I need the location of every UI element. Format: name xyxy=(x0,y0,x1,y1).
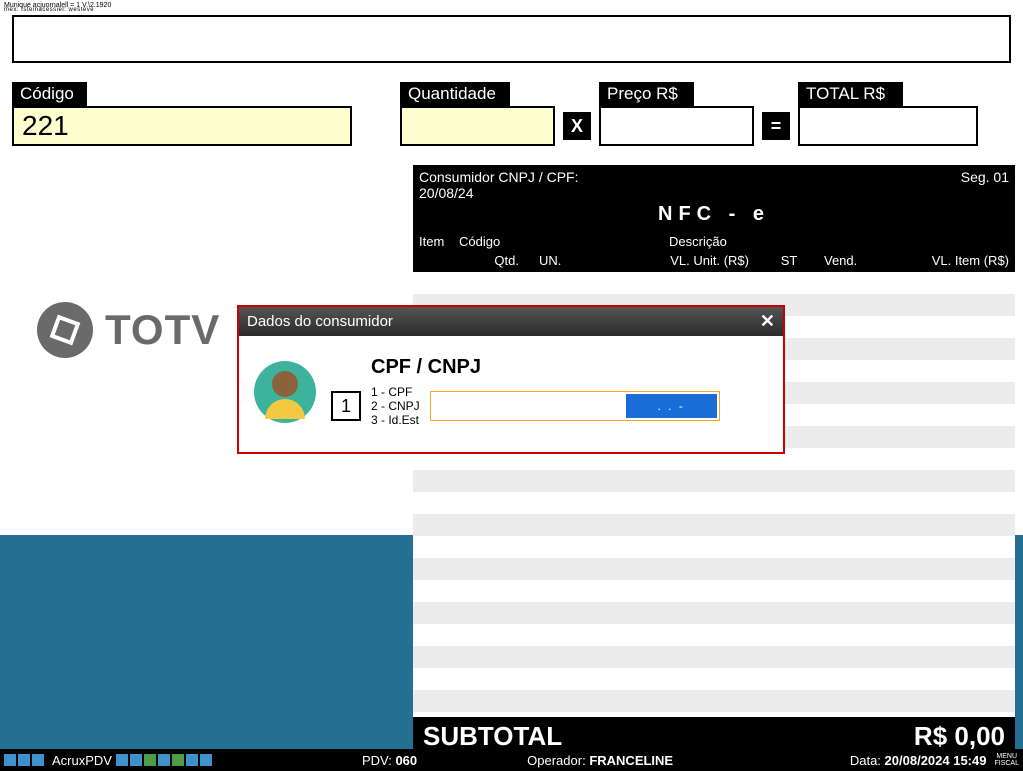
table-row xyxy=(413,646,1015,668)
option-cpf: 1 - CPF xyxy=(371,385,420,399)
table-row xyxy=(413,536,1015,558)
grid-header: Consumidor CNPJ / CPF: Seg. 01 20/08/24 … xyxy=(413,165,1015,232)
modal-content: CPF / CNPJ 1 1 - CPF 2 - CNPJ 3 - Id.Est… xyxy=(331,356,768,427)
table-row xyxy=(413,690,1015,712)
modal-title-bar: Dados do consumidor ✕ xyxy=(239,307,783,336)
consumer-label: Consumidor CNPJ / CPF: xyxy=(419,169,578,185)
window-subtitle: mex: tsteinacessiel: westeve xyxy=(4,7,94,13)
menu-fiscal-button[interactable]: MENUFISCAL xyxy=(994,753,1019,767)
table-row xyxy=(413,470,1015,492)
nfce-title: NFC - e xyxy=(419,201,1009,228)
brand-logo: TOTV xyxy=(35,300,220,360)
preco-label: Preço R$ xyxy=(599,82,694,106)
status-icon xyxy=(130,754,142,766)
date-value: 20/08/2024 15:49 xyxy=(885,753,987,768)
col-descricao: Descrição xyxy=(669,234,839,249)
modal-title-text: Dados do consumidor xyxy=(247,313,393,330)
preco-group: Preço R$ xyxy=(599,82,754,146)
grid-columns-row1: Item Código Descrição xyxy=(413,232,1015,251)
col-codigo: Código xyxy=(459,234,629,249)
pdv-label: PDV: 060 xyxy=(362,753,417,768)
codigo-input[interactable] xyxy=(12,106,352,146)
pdv-value: 060 xyxy=(395,753,417,768)
total-input[interactable] xyxy=(798,106,978,146)
multiply-indicator: X xyxy=(563,112,591,140)
grid-columns-row2: Qtd. UN. VL. Unit. (R$) ST Vend. VL. Ite… xyxy=(413,251,1015,272)
table-row xyxy=(413,558,1015,580)
doc-type-input[interactable]: 1 xyxy=(331,391,361,421)
total-label: TOTAL R$ xyxy=(798,82,903,106)
consumer-data-modal: Dados do consumidor ✕ CPF / CNPJ 1 1 - C… xyxy=(237,305,785,454)
col-st: ST xyxy=(769,253,809,268)
status-icon xyxy=(144,754,156,766)
subtotal-label: SUBTOTAL xyxy=(423,721,562,752)
close-icon[interactable]: ✕ xyxy=(760,311,775,332)
status-icon xyxy=(32,754,44,766)
option-cnpj: 2 - CNPJ xyxy=(371,399,420,413)
seg-label: Seg. 01 xyxy=(961,169,1009,185)
operator-value: FRANCELINE xyxy=(589,753,673,768)
modal-heading: CPF / CNPJ xyxy=(371,356,768,379)
codigo-group: Código xyxy=(12,82,352,146)
description-input-row xyxy=(12,15,1011,63)
subtotal-value: R$ 0,00 xyxy=(914,721,1005,752)
status-icon xyxy=(172,754,184,766)
product-name: AcruxPDV xyxy=(52,753,112,768)
status-bar: AcruxPDV PDV: 060 Operador: FRANCELINE D… xyxy=(0,749,1023,771)
window-title-bar: Munique acjuornalell = 1 V.\2.1920 xyxy=(0,0,1023,10)
grid-date: 20/08/24 xyxy=(419,185,1009,201)
col-vlunit: VL. Unit. (R$) xyxy=(659,253,749,268)
status-icon xyxy=(4,754,16,766)
totvs-icon xyxy=(35,300,95,360)
col-vlitem: VL. Item (R$) xyxy=(874,253,1009,268)
quantidade-group: Quantidade xyxy=(400,82,555,146)
description-input[interactable] xyxy=(12,15,1011,63)
doc-type-options: 1 - CPF 2 - CNPJ 3 - Id.Est xyxy=(371,385,420,427)
col-un: UN. xyxy=(539,253,579,268)
equals-indicator: = xyxy=(762,112,790,140)
table-row xyxy=(413,514,1015,536)
modal-form-row: 1 1 - CPF 2 - CNPJ 3 - Id.Est . . - xyxy=(331,385,768,427)
total-group: TOTAL R$ xyxy=(798,82,978,146)
status-icon xyxy=(186,754,198,766)
document-input-wrapper: . . - xyxy=(430,391,720,421)
preco-input[interactable] xyxy=(599,106,754,146)
col-item: Item xyxy=(419,234,459,249)
table-row xyxy=(413,602,1015,624)
person-icon xyxy=(254,361,316,423)
codigo-label: Código xyxy=(12,82,87,106)
table-row xyxy=(413,492,1015,514)
quantidade-input[interactable] xyxy=(400,106,555,146)
quantidade-label: Quantidade xyxy=(400,82,510,106)
col-vend: Vend. xyxy=(824,253,874,268)
document-mask-highlight: . . - xyxy=(626,394,717,418)
status-icon xyxy=(200,754,212,766)
col-qtd: Qtd. xyxy=(459,253,519,268)
table-row xyxy=(413,624,1015,646)
table-row xyxy=(413,580,1015,602)
status-icons xyxy=(4,754,44,766)
status-icon xyxy=(18,754,30,766)
table-row xyxy=(413,668,1015,690)
sale-fields-row: Código Quantidade X Preço R$ = TOTAL R$ xyxy=(12,82,1011,146)
document-input[interactable] xyxy=(433,394,626,418)
operator-label: Operador: FRANCELINE xyxy=(527,753,673,768)
date-label: Data: 20/08/2024 15:49 xyxy=(850,753,987,768)
brand-text: TOTV xyxy=(105,306,220,354)
option-idest: 3 - Id.Est xyxy=(371,413,420,427)
status-icons-2 xyxy=(116,754,212,766)
status-icon xyxy=(116,754,128,766)
status-icon xyxy=(158,754,170,766)
modal-body: CPF / CNPJ 1 1 - CPF 2 - CNPJ 3 - Id.Est… xyxy=(239,336,783,452)
table-row xyxy=(413,272,1015,294)
